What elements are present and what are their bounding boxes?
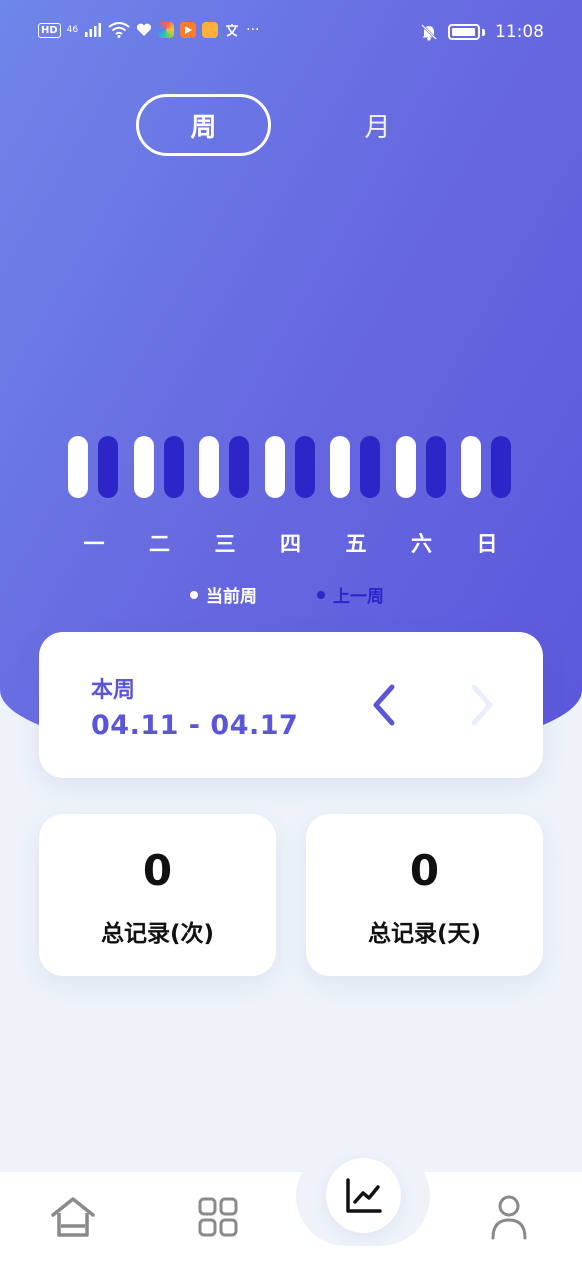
next-week-button[interactable] [462, 680, 502, 730]
previous-week-button[interactable] [364, 680, 404, 730]
bar-previous-week-1 [98, 436, 118, 498]
chevron-left-icon [373, 684, 395, 726]
total-records-days-value: 0 [409, 846, 440, 895]
hd-badge: HD [38, 22, 61, 38]
bar-previous-week-3 [229, 436, 249, 498]
bar-current-week-4 [264, 436, 285, 498]
day-labels: 一二三四五六日 [0, 528, 582, 556]
status-bar: HD 46 ··· 11:08 [0, 0, 582, 66]
day-label-5: 五 [345, 532, 367, 556]
battery-icon [448, 24, 480, 40]
signal-icon [85, 23, 102, 37]
app-icon-game [202, 22, 219, 38]
nav-statistics[interactable] [326, 1158, 401, 1233]
network-type: 46 [66, 24, 79, 35]
legend-previous-label: 上一周 [333, 587, 384, 607]
bar-previous-week-2 [163, 436, 184, 498]
bar-previous-week-4 [294, 436, 315, 498]
translate-icon [226, 24, 239, 37]
week-selector-card: 本周 04.11 - 04.17 [39, 632, 543, 778]
chart-legend: 当前周 上一周 [0, 582, 582, 607]
weekly-bar-chart [0, 436, 582, 498]
bar-current-week-7 [461, 436, 481, 498]
day-label-7: 日 [476, 532, 498, 556]
nav-grid[interactable] [193, 1192, 243, 1242]
total-records-count-card: 0 总记录(次) [39, 814, 276, 976]
status-right: 11:08 [420, 22, 544, 42]
week-title: 本周 [91, 678, 136, 703]
more-notifications: ··· [246, 22, 260, 38]
tab-month[interactable]: 月 [330, 94, 425, 156]
bar-previous-week-6 [425, 436, 446, 498]
total-records-days-card: 0 总记录(天) [306, 814, 543, 976]
grid-icon [198, 1197, 238, 1237]
app-icon-video [180, 22, 197, 38]
wifi-icon [108, 22, 130, 38]
bar-previous-week-7 [491, 436, 511, 498]
nav-profile[interactable] [484, 1192, 534, 1242]
bar-previous-week-5 [360, 436, 380, 498]
bar-current-week-6 [395, 436, 416, 498]
day-label-3: 三 [214, 532, 236, 556]
heart-icon [137, 23, 152, 36]
legend-current-week: 当前周 [190, 582, 257, 607]
nav-home[interactable] [48, 1192, 98, 1242]
total-records-count-label: 总记录(次) [100, 921, 215, 947]
person-icon [491, 1195, 527, 1240]
bar-current-week-2 [133, 436, 154, 498]
tab-week[interactable]: 周 [136, 94, 271, 156]
chevron-right-icon [471, 684, 493, 726]
week-date-range: 04.11 - 04.17 [91, 710, 299, 741]
status-time: 11:08 [495, 22, 544, 42]
bell-muted-icon [421, 24, 437, 41]
total-records-days-label: 总记录(天) [367, 921, 482, 947]
battery-tip [482, 28, 485, 36]
day-label-4: 四 [280, 532, 301, 556]
total-records-count-value: 0 [142, 846, 173, 895]
day-label-2: 二 [149, 532, 170, 556]
day-label-6: 六 [411, 532, 432, 556]
bar-current-week-1 [68, 436, 88, 498]
bar-current-week-5 [330, 436, 350, 498]
bar-current-week-3 [199, 436, 219, 498]
legend-previous-dot [317, 590, 325, 599]
legend-current-label: 当前周 [206, 587, 257, 607]
chart-icon [345, 1177, 382, 1213]
day-label-1: 一 [83, 532, 105, 556]
status-left: HD 46 ··· [38, 22, 259, 38]
legend-previous-week: 上一周 [317, 582, 384, 607]
legend-current-dot [190, 590, 198, 599]
period-tabs: 周 月 [0, 94, 582, 156]
home-icon [51, 1197, 95, 1237]
app-icon-colorful [158, 22, 175, 38]
